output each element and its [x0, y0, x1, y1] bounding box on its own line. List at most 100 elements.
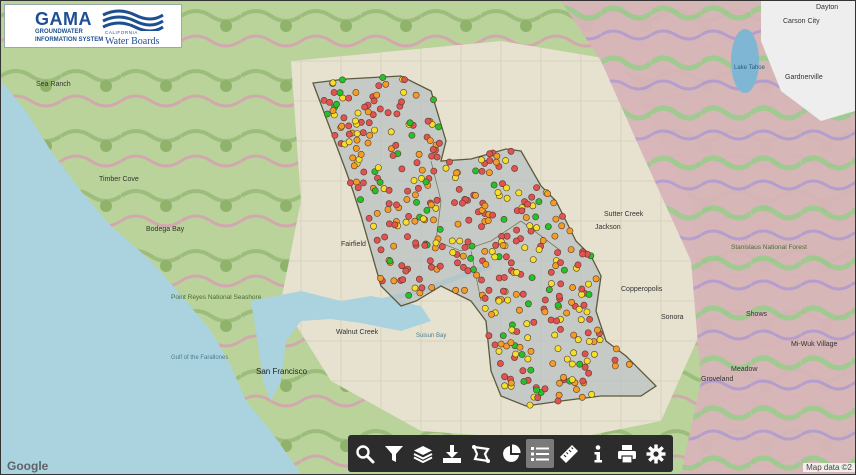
well-marker[interactable]	[551, 232, 559, 240]
well-marker[interactable]	[481, 247, 489, 255]
well-marker[interactable]	[353, 178, 360, 186]
well-marker[interactable]	[500, 274, 508, 281]
well-marker[interactable]	[535, 198, 543, 205]
well-marker[interactable]	[375, 82, 383, 89]
well-marker[interactable]	[411, 191, 419, 199]
well-marker[interactable]	[433, 196, 441, 204]
well-marker[interactable]	[399, 276, 407, 284]
info-tool-button[interactable]	[584, 439, 612, 468]
well-marker[interactable]	[403, 196, 411, 203]
well-marker[interactable]	[428, 152, 435, 160]
well-marker[interactable]	[393, 110, 401, 118]
well-marker[interactable]	[371, 126, 378, 134]
well-marker[interactable]	[326, 99, 333, 106]
well-marker[interactable]	[511, 165, 518, 172]
well-marker[interactable]	[379, 74, 387, 81]
well-marker[interactable]	[502, 157, 509, 164]
well-marker[interactable]	[513, 226, 520, 234]
well-marker[interactable]	[438, 243, 446, 251]
well-marker[interactable]	[427, 263, 435, 271]
well-marker[interactable]	[391, 221, 399, 229]
well-marker[interactable]	[512, 290, 520, 298]
well-marker[interactable]	[478, 276, 485, 284]
well-marker[interactable]	[520, 378, 528, 385]
well-marker[interactable]	[578, 393, 586, 401]
well-marker[interactable]	[500, 215, 508, 223]
well-marker[interactable]	[585, 291, 593, 298]
well-marker[interactable]	[499, 241, 507, 249]
well-marker[interactable]	[557, 325, 564, 333]
well-marker[interactable]	[350, 162, 358, 170]
well-marker[interactable]	[555, 391, 563, 399]
well-marker[interactable]	[345, 94, 353, 102]
well-marker[interactable]	[539, 237, 547, 244]
well-marker[interactable]	[502, 253, 510, 261]
well-marker[interactable]	[554, 301, 562, 309]
basemap[interactable]: Dayton Carson City Gardnerville Lake Tah…	[1, 1, 855, 474]
well-marker[interactable]	[464, 267, 472, 275]
well-marker[interactable]	[402, 218, 410, 226]
well-marker[interactable]	[374, 164, 382, 171]
well-marker[interactable]	[625, 360, 633, 368]
well-marker[interactable]	[430, 167, 438, 175]
well-marker[interactable]	[330, 89, 338, 96]
well-marker[interactable]	[518, 207, 526, 215]
well-marker[interactable]	[552, 215, 560, 223]
well-marker[interactable]	[611, 362, 619, 370]
well-marker[interactable]	[524, 200, 532, 208]
well-marker[interactable]	[588, 390, 595, 398]
well-marker[interactable]	[412, 91, 420, 99]
well-marker[interactable]	[551, 331, 559, 339]
well-marker[interactable]	[418, 284, 426, 292]
well-marker[interactable]	[481, 294, 489, 302]
well-marker[interactable]	[458, 199, 466, 207]
google-logo[interactable]: Google	[7, 459, 48, 473]
well-marker[interactable]	[384, 206, 392, 213]
well-marker[interactable]	[569, 284, 576, 291]
well-marker[interactable]	[493, 152, 501, 160]
well-marker[interactable]	[366, 131, 374, 139]
well-marker[interactable]	[486, 150, 493, 158]
well-marker[interactable]	[521, 244, 529, 251]
layers-tool-button[interactable]	[409, 439, 437, 468]
well-marker[interactable]	[585, 338, 593, 345]
well-marker[interactable]	[364, 139, 372, 147]
well-marker[interactable]	[353, 136, 361, 144]
well-marker[interactable]	[535, 246, 543, 253]
well-marker[interactable]	[555, 292, 563, 300]
well-marker[interactable]	[557, 280, 565, 288]
select-area-tool-button[interactable]	[467, 439, 495, 468]
well-marker[interactable]	[412, 239, 419, 247]
well-marker[interactable]	[512, 237, 520, 245]
well-marker[interactable]	[591, 350, 598, 358]
well-marker[interactable]	[482, 260, 490, 268]
well-marker[interactable]	[452, 286, 460, 294]
well-marker[interactable]	[527, 347, 535, 355]
well-marker[interactable]	[508, 326, 516, 334]
well-marker[interactable]	[398, 262, 406, 270]
well-marker[interactable]	[541, 296, 549, 304]
well-marker[interactable]	[481, 304, 489, 312]
well-marker[interactable]	[581, 350, 589, 358]
well-marker[interactable]	[526, 401, 534, 409]
well-marker[interactable]	[472, 167, 479, 175]
well-marker[interactable]	[373, 91, 381, 99]
well-marker[interactable]	[578, 285, 586, 293]
well-marker[interactable]	[459, 252, 467, 260]
well-marker[interactable]	[558, 222, 566, 230]
well-marker[interactable]	[370, 97, 378, 105]
well-marker[interactable]	[492, 158, 500, 166]
well-marker[interactable]	[529, 256, 537, 263]
well-marker[interactable]	[415, 275, 423, 283]
well-marker[interactable]	[345, 138, 353, 146]
search-tool-button[interactable]	[351, 439, 379, 468]
well-marker[interactable]	[533, 224, 540, 232]
well-marker[interactable]	[464, 238, 472, 246]
well-marker[interactable]	[413, 198, 420, 206]
well-marker[interactable]	[433, 153, 441, 161]
well-marker[interactable]	[495, 347, 503, 355]
well-marker[interactable]	[561, 266, 568, 274]
well-marker[interactable]	[456, 237, 464, 245]
well-marker[interactable]	[382, 80, 390, 88]
well-marker[interactable]	[333, 100, 340, 108]
